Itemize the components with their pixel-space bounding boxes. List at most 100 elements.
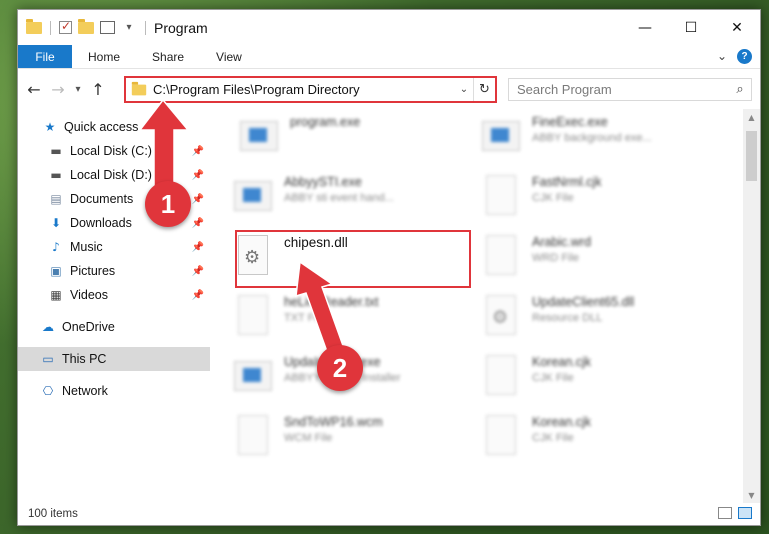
- document-file-icon: [232, 293, 274, 341]
- file-item[interactable]: SndToWP16.wcm WCM File: [232, 413, 472, 469]
- recent-locations-chevron-icon[interactable]: ▾: [70, 84, 86, 95]
- computer-icon: ▭: [42, 352, 54, 366]
- navigation-bar: ← → ▾ ↑ C:\Program Files\Program Directo…: [18, 69, 760, 109]
- back-arrow-icon[interactable]: ←: [22, 80, 46, 99]
- customize-toolbar-chevron-icon[interactable]: ▾: [121, 22, 137, 33]
- file-type: CJK File: [532, 372, 574, 384]
- file-type: ABBY background exe...: [532, 132, 652, 144]
- sidebar-item-label: Local Disk (D:): [70, 168, 152, 182]
- sidebar-item-this-pc[interactable]: ▭ This PC: [18, 347, 210, 371]
- pictures-icon: ▣: [50, 264, 62, 278]
- file-name: SndToWP16.wcm: [284, 415, 383, 429]
- window-controls: — ☐ ✕: [622, 10, 760, 45]
- minimize-button[interactable]: —: [622, 10, 668, 45]
- file-name: UpdaInstaller.exe: [284, 355, 381, 369]
- forward-arrow-icon[interactable]: →: [46, 80, 70, 99]
- cloud-icon: ☁: [42, 320, 54, 334]
- sidebar-item-videos[interactable]: ▦ Videos 📌: [18, 283, 210, 307]
- file-name: FineExec.exe: [532, 115, 608, 129]
- sidebar-item-label: Videos: [70, 288, 108, 302]
- maximize-button[interactable]: ☐: [668, 10, 714, 45]
- large-icons-view-icon[interactable]: [738, 507, 752, 519]
- file-item[interactable]: ⚙ UpdateClient65.dll Resource DLL: [480, 293, 720, 349]
- sidebar-item-downloads[interactable]: ⬇ Downloads 📌: [18, 211, 210, 235]
- refresh-icon[interactable]: ↻: [473, 78, 495, 101]
- sidebar-item-label: Local Disk (C:): [70, 144, 152, 158]
- sidebar-item-pictures[interactable]: ▣ Pictures 📌: [18, 259, 210, 283]
- sidebar-item-network[interactable]: ⎔ Network: [18, 379, 210, 403]
- sidebar-item-onedrive[interactable]: ☁ OneDrive: [18, 315, 210, 339]
- file-item[interactable]: UpdaInstaller.exe ABBYY Update Installer: [232, 353, 472, 409]
- pin-icon: 📌: [191, 241, 204, 253]
- sidebar-item-label: Quick access: [64, 120, 139, 134]
- address-dropdown-chevron-icon[interactable]: ⌄: [455, 84, 473, 95]
- tab-file[interactable]: File: [18, 45, 72, 68]
- scroll-up-arrow-icon[interactable]: ▲: [743, 109, 760, 125]
- sidebar-item-label: Music: [70, 240, 103, 254]
- file-name: heLineReader.txt: [284, 295, 379, 309]
- file-type: CJK File: [532, 192, 574, 204]
- dll-file-icon: ⚙: [232, 233, 274, 281]
- search-box[interactable]: ⌕: [508, 78, 752, 101]
- file-item[interactable]: program.exe: [238, 113, 478, 169]
- drive-icon: ▬: [50, 144, 62, 158]
- sidebar-item-label: Downloads: [70, 216, 132, 230]
- ribbon-tabs: File Home Share View ⌄ ?: [18, 45, 760, 69]
- pin-icon: 📌: [191, 145, 204, 157]
- up-arrow-icon[interactable]: ↑: [86, 80, 110, 99]
- tab-view[interactable]: View: [200, 45, 258, 68]
- sidebar-item-quick-access[interactable]: ★ Quick access: [18, 115, 210, 139]
- vertical-scrollbar[interactable]: ▲ ▼: [743, 109, 760, 503]
- tab-home[interactable]: Home: [72, 45, 136, 68]
- file-item[interactable]: FineExec.exe ABBY background exe...: [480, 113, 720, 169]
- title-bar: ▾ Program — ☐ ✕: [18, 10, 760, 45]
- file-name: program.exe: [290, 115, 361, 129]
- exe-file-icon: [232, 353, 274, 401]
- exe-file-icon: [480, 113, 522, 161]
- view-options-icon[interactable]: [100, 21, 115, 34]
- documents-icon: ▤: [50, 192, 62, 206]
- sidebar-item-local-disk-c[interactable]: ▬ Local Disk (C:) 📌: [18, 139, 210, 163]
- sidebar-item-documents[interactable]: ▤ Documents 📌: [18, 187, 210, 211]
- main-area: ★ Quick access ▬ Local Disk (C:) 📌 ▬ Loc…: [18, 109, 760, 503]
- videos-icon: ▦: [50, 288, 62, 302]
- sidebar-item-local-disk-d[interactable]: ▬ Local Disk (D:) 📌: [18, 163, 210, 187]
- properties-check-icon[interactable]: [59, 19, 72, 34]
- file-type: ABBYY Update Installer: [284, 372, 401, 384]
- file-item[interactable]: Korean.cjk CJK File: [480, 353, 720, 409]
- file-name: FastNrml.cjk: [532, 175, 602, 189]
- file-item-selected-dll[interactable]: ⚙ chipesn.dll: [232, 233, 472, 289]
- gear-icon: ⚙: [492, 307, 509, 328]
- scroll-thumb[interactable]: [746, 131, 757, 181]
- file-name: chipesn.dll: [284, 235, 348, 250]
- file-list: program.exe AbbyySTI.exe ABBY sti event …: [210, 109, 760, 503]
- exe-file-icon: [232, 173, 274, 221]
- tab-share[interactable]: Share: [136, 45, 200, 68]
- downloads-icon: ⬇: [50, 216, 62, 230]
- document-file-icon: [232, 413, 274, 461]
- scroll-down-arrow-icon[interactable]: ▼: [743, 487, 760, 503]
- pin-icon: 📌: [191, 265, 204, 277]
- help-icon[interactable]: ?: [737, 49, 752, 64]
- file-item[interactable]: heLineReader.txt TXT File: [232, 293, 472, 349]
- file-item[interactable]: FastNrml.cjk CJK File: [480, 173, 720, 229]
- close-button[interactable]: ✕: [714, 10, 760, 45]
- search-icon[interactable]: ⌕: [729, 82, 751, 97]
- details-view-icon[interactable]: [718, 507, 732, 519]
- item-count: 100 items: [28, 508, 78, 520]
- expand-ribbon-chevron-icon[interactable]: ⌄: [717, 49, 727, 64]
- new-folder-icon[interactable]: [78, 18, 94, 34]
- file-item[interactable]: Arabic.wrd WRD File: [480, 233, 720, 289]
- file-item[interactable]: AbbyySTI.exe ABBY sti event hand...: [232, 173, 472, 229]
- file-name: Korean.cjk: [532, 355, 592, 369]
- document-file-icon: [480, 353, 522, 401]
- dll-file-icon: ⚙: [480, 293, 522, 341]
- file-item[interactable]: Korean.cjk CJK File: [480, 413, 720, 469]
- document-file-icon: [480, 173, 522, 221]
- quick-access-toolbar: ▾: [18, 18, 148, 35]
- sidebar-item-music[interactable]: ♪ Music 📌: [18, 235, 210, 259]
- address-bar[interactable]: C:\Program Files\Program Directory ⌄ ↻: [124, 76, 497, 103]
- document-file-icon: [480, 413, 522, 461]
- search-input[interactable]: [517, 82, 729, 97]
- address-path[interactable]: C:\Program Files\Program Directory: [153, 82, 455, 97]
